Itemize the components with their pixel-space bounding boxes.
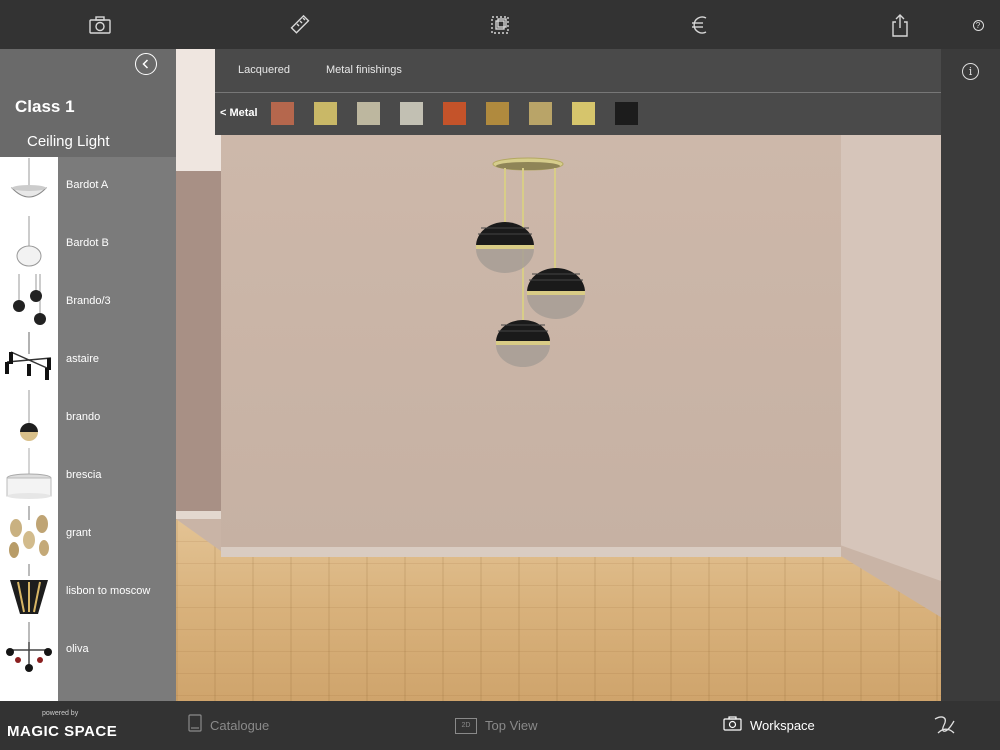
list-item[interactable]: astaire <box>0 331 176 389</box>
product-thumbnail <box>0 621 58 679</box>
nav-catalogue[interactable]: Catalogue <box>188 701 269 750</box>
swatch-orange-copper[interactable] <box>443 102 466 125</box>
left-wall <box>176 171 221 511</box>
list-item[interactable]: brando <box>0 389 176 447</box>
product-thumbnail <box>0 447 58 505</box>
product-name: Bardot A <box>66 179 109 191</box>
product-name: astaire <box>66 353 100 365</box>
list-item[interactable]: lisbon to moscow <box>0 563 176 621</box>
product-thumbnail <box>0 563 58 621</box>
list-item[interactable]: Bardot A <box>0 157 176 215</box>
nav-label: Workspace <box>750 718 815 733</box>
product-name: brando <box>66 411 101 423</box>
panel-divider <box>215 92 941 93</box>
swatch-champagne[interactable] <box>357 102 380 125</box>
swatch-bronze[interactable] <box>486 102 509 125</box>
camera-icon <box>723 715 742 736</box>
tab-lacquered[interactable]: Lacquered <box>238 64 290 76</box>
product-name: lisbon to moscow <box>66 585 151 597</box>
swatch-copper[interactable] <box>271 102 294 125</box>
catalogue-icon <box>188 714 202 737</box>
list-item[interactable]: oliva <box>0 621 176 679</box>
nav-label: Catalogue <box>210 718 270 733</box>
tab-metal-finishings[interactable]: Metal finishings <box>326 64 402 76</box>
product-thumbnail <box>0 273 58 331</box>
product-thumbnail <box>0 157 58 215</box>
brand-logo: MAGIC SPACE <box>7 723 118 740</box>
class-title: Class 1 <box>15 97 75 116</box>
sidebar-header: Class 1 Ceiling Light <box>0 49 176 157</box>
finish-panel: Lacquered Metal finishings < Metal <box>215 49 941 135</box>
bottom-nav-bar: powered by MAGIC SPACE Catalogue 2D Top … <box>0 701 1000 750</box>
camera-icon[interactable] <box>85 10 115 40</box>
info-button[interactable]: i <box>962 63 979 80</box>
product-thumbnail <box>0 331 58 389</box>
baseboard <box>221 547 841 557</box>
powered-by-label: powered by <box>42 710 79 717</box>
nav-label: Top View <box>485 718 538 733</box>
swatch-brass[interactable] <box>314 102 337 125</box>
swatch-gold[interactable] <box>572 102 595 125</box>
product-thumbnail <box>0 215 58 273</box>
product-name: grant <box>66 527 92 539</box>
nav-top-view[interactable]: 2D Top View <box>455 701 538 750</box>
list-item[interactable]: Bardot B <box>0 215 176 273</box>
duplicate-icon[interactable] <box>485 10 515 40</box>
product-name: Brando/3 <box>66 295 111 307</box>
product-list: Bardot A Bardot B Brando/3 astaire brand… <box>0 157 176 701</box>
2d-icon: 2D <box>455 717 477 734</box>
list-item[interactable]: brescia <box>0 447 176 505</box>
list-item[interactable]: grant <box>0 505 176 563</box>
swatch-antique-gold[interactable] <box>529 102 552 125</box>
metal-back-button[interactable]: < Metal <box>220 107 258 119</box>
product-name: oliva <box>66 643 89 655</box>
top-toolbar: ? <box>0 0 1000 49</box>
list-item[interactable]: Brando/3 <box>0 273 176 331</box>
product-thumbnail <box>0 505 58 563</box>
category-title: Ceiling Light <box>27 133 110 150</box>
help-label: ? <box>972 19 984 31</box>
chevron-left-icon <box>142 59 149 69</box>
nav-workspace[interactable]: Workspace <box>723 701 815 750</box>
swatch-black[interactable] <box>615 102 638 125</box>
product-name: Bardot B <box>66 237 109 249</box>
product-thumbnail <box>0 679 58 701</box>
right-strip: i <box>941 49 1000 701</box>
share-icon[interactable] <box>885 10 915 40</box>
back-button[interactable] <box>135 53 157 75</box>
baseboard-left <box>176 511 221 519</box>
help-icon[interactable]: ? <box>963 10 993 40</box>
signature-logo-icon[interactable] <box>932 713 958 744</box>
swatch-silver[interactable] <box>400 102 423 125</box>
euro-icon[interactable] <box>685 10 715 40</box>
list-item[interactable] <box>0 679 176 701</box>
room-workspace[interactable] <box>176 49 941 701</box>
right-wall <box>841 135 941 581</box>
catalogue-sidebar: Class 1 Ceiling Light Bardot A Bardot B … <box>0 49 176 701</box>
product-name: brescia <box>66 469 102 481</box>
pendant-lamp-model[interactable] <box>471 154 591 374</box>
product-thumbnail <box>0 389 58 447</box>
ruler-icon[interactable] <box>285 10 315 40</box>
